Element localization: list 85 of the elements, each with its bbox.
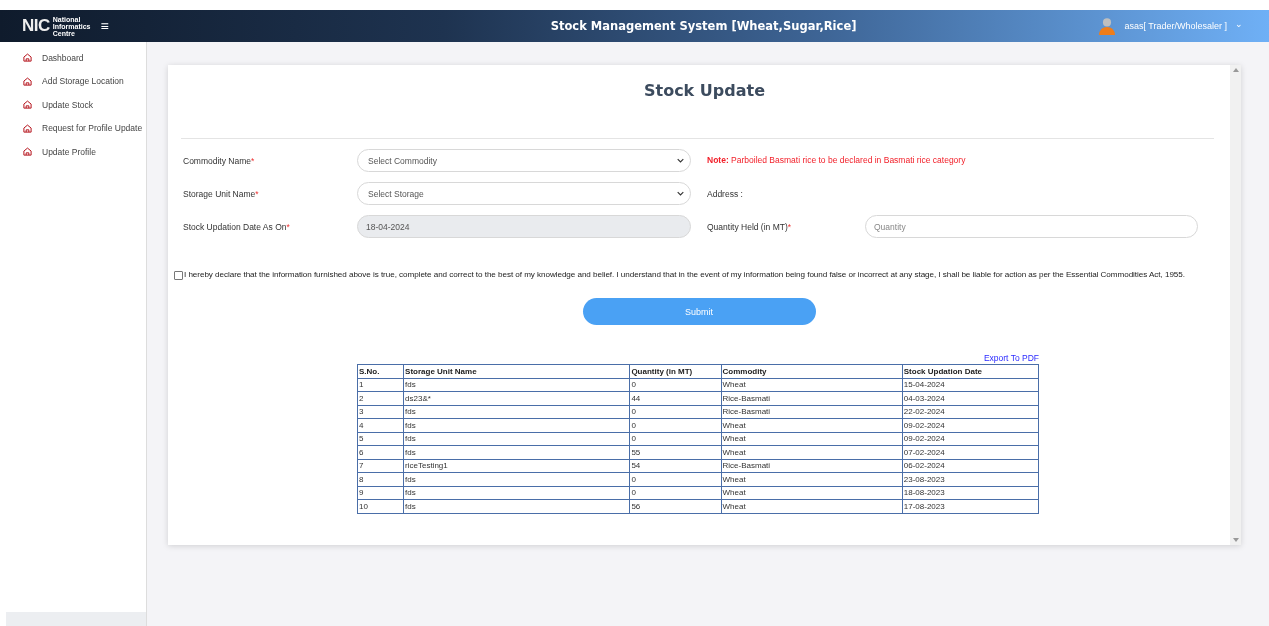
table-cell: fds xyxy=(403,378,630,392)
table-cell: 1 xyxy=(357,378,404,392)
table-cell: 09-02-2024 xyxy=(902,432,1039,446)
chevron-down-icon[interactable] xyxy=(677,191,684,196)
table-cell: 22-02-2024 xyxy=(902,405,1039,419)
column-header: S.No. xyxy=(357,364,404,378)
home-icon xyxy=(23,53,32,63)
table-cell: 54 xyxy=(629,459,721,473)
table-cell: 6 xyxy=(357,445,404,459)
table-cell: 56 xyxy=(629,499,721,513)
table-cell: Wheat xyxy=(721,486,903,500)
table-cell: 0 xyxy=(629,405,721,419)
table-cell: 5 xyxy=(357,432,404,446)
table-cell: 06-02-2024 xyxy=(902,459,1039,473)
table-cell: Rice-Basmati xyxy=(721,405,903,419)
scrollbar[interactable] xyxy=(1230,65,1241,545)
export-pdf-link[interactable]: Export To PDF xyxy=(983,353,1039,364)
table-cell: 15-04-2024 xyxy=(902,378,1039,392)
table-cell: fds xyxy=(403,405,630,419)
column-header: Storage Unit Name xyxy=(403,364,630,378)
table-cell: Wheat xyxy=(721,499,903,513)
table-cell: 0 xyxy=(629,418,721,432)
table-cell: 2 xyxy=(357,391,404,405)
address-label: Address : xyxy=(706,188,744,199)
table-cell: Wheat xyxy=(721,432,903,446)
declaration-checkbox[interactable] xyxy=(174,271,183,280)
table-cell: 0 xyxy=(629,486,721,500)
table-cell: fds xyxy=(403,432,630,446)
table-cell: 04-03-2024 xyxy=(902,391,1039,405)
user-avatar-icon[interactable] xyxy=(1098,17,1117,35)
home-icon xyxy=(23,100,32,110)
declaration-text: I hereby declare that the information furnished above is true, complete and correct to the best of my knowledge and belief. I understand that in the event of my information being found false or incorrect at any stage, I shall be liable for action as per the Essential Commodities Act, 1955. xyxy=(184,269,1185,279)
table-cell: 44 xyxy=(629,391,721,405)
quantity-field[interactable]: Quantity xyxy=(865,215,1198,238)
sidebar-item[interactable]: Request for Profile Update xyxy=(0,116,146,140)
table-cell: 18-08-2023 xyxy=(902,486,1039,500)
sidebar-item[interactable]: Add Storage Location xyxy=(0,69,146,93)
table-cell: 0 xyxy=(629,472,721,486)
table-cell: 7 xyxy=(357,459,404,473)
sidebar-item[interactable]: Dashboard xyxy=(0,46,146,70)
sidebar-item[interactable]: Update Stock xyxy=(0,93,146,117)
home-icon xyxy=(23,76,32,86)
table-cell: Wheat xyxy=(721,472,903,486)
table-cell: riceTesting1 xyxy=(403,459,630,473)
table-cell: 4 xyxy=(357,418,404,432)
column-header: Quantity (in MT) xyxy=(629,364,721,378)
field-label: Storage Unit Name* xyxy=(183,188,260,199)
field-label: Quantity Held (in MT)* xyxy=(706,221,793,232)
table-cell: 0 xyxy=(629,432,721,446)
table-cell: Wheat xyxy=(721,378,903,392)
table-cell: 07-02-2024 xyxy=(902,445,1039,459)
table-cell: 9 xyxy=(357,486,404,500)
table-cell: ds23&* xyxy=(403,391,630,405)
table-cell: Rice-Basmati xyxy=(721,459,903,473)
logo-mark: NIC xyxy=(22,16,50,36)
table-cell: 09-02-2024 xyxy=(902,418,1039,432)
home-icon xyxy=(23,147,32,157)
scroll-down-icon[interactable] xyxy=(1232,538,1239,542)
menu-button[interactable]: ≡ xyxy=(100,18,109,34)
app-title: Stock Management System [Wheat,Sugar,Rice] xyxy=(549,19,858,33)
column-header: Commodity xyxy=(721,364,903,378)
column-header: Stock Updation Date xyxy=(902,364,1039,378)
scroll-up-icon[interactable] xyxy=(1232,68,1239,72)
chevron-down-icon[interactable] xyxy=(677,158,684,163)
home-icon xyxy=(23,123,32,133)
table-cell: Wheat xyxy=(721,418,903,432)
table-cell: fds xyxy=(403,486,630,500)
table-cell: 3 xyxy=(357,405,404,419)
table-cell: 23-08-2023 xyxy=(902,472,1039,486)
table-cell: 0 xyxy=(629,378,721,392)
table-cell: 10 xyxy=(357,499,404,513)
table-cell: 55 xyxy=(629,445,721,459)
table-cell: 17-08-2023 xyxy=(902,499,1039,513)
table-cell: Wheat xyxy=(721,445,903,459)
field-label: Stock Updation Date As On* xyxy=(183,221,291,232)
table-cell: 8 xyxy=(357,472,404,486)
table-cell: fds xyxy=(403,472,630,486)
table-cell: fds xyxy=(403,445,630,459)
table-cell: Rice-Basmati xyxy=(721,391,903,405)
field-label: Commodity Name* xyxy=(183,155,256,166)
table-cell: fds xyxy=(403,499,630,513)
page-title: Stock Update xyxy=(643,81,766,100)
note-text: Note: Parboiled Basmati rice to be declared in Basmati rice category xyxy=(706,155,966,166)
sidebar-item[interactable]: Update Profile xyxy=(0,140,146,164)
table-cell: fds xyxy=(403,418,630,432)
